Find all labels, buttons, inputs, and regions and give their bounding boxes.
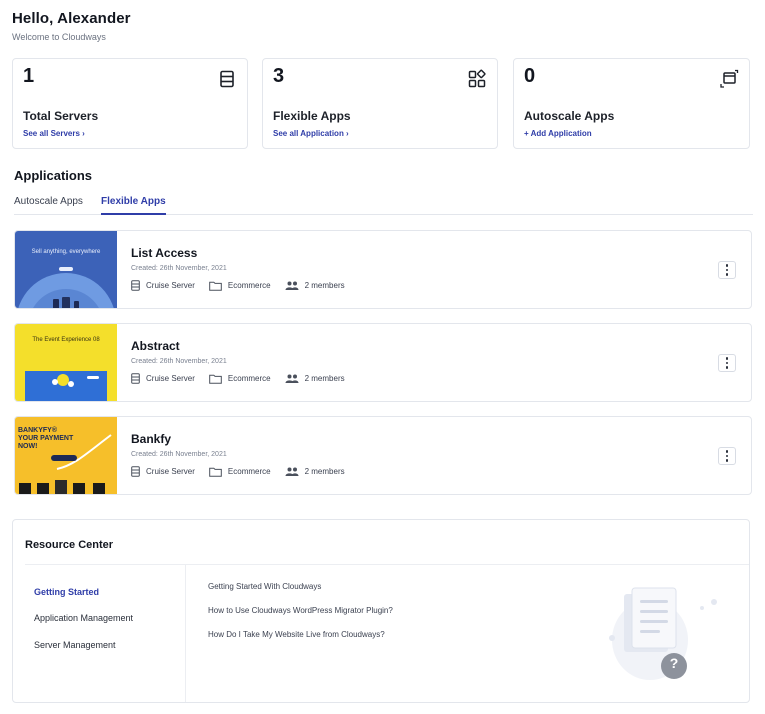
members-icon [285, 467, 299, 476]
stat-count: 3 [273, 65, 285, 87]
resource-nav-getting-started[interactable]: Getting Started [34, 587, 99, 597]
more-options-button[interactable] [718, 261, 736, 279]
folder-icon [209, 281, 222, 291]
greeting-header: Hello, Alexander Welcome to Cloudways [12, 10, 131, 42]
app-card-list-access[interactable]: Sell anything, everywhere List Access Cr… [14, 230, 752, 309]
greeting-subtitle: Welcome to Cloudways [12, 32, 106, 42]
autoscale-window-icon [720, 69, 739, 88]
more-options-button[interactable] [718, 447, 736, 465]
app-server-label: Cruise Server [146, 374, 195, 383]
app-project-label: Ecommerce [227, 374, 271, 383]
app-name[interactable]: List Access [131, 246, 197, 260]
stat-count: 0 [524, 65, 536, 87]
resource-link[interactable]: How to Use Cloudways WordPress Migrator … [208, 606, 393, 615]
members-icon [285, 281, 299, 290]
greeting-title: Hello, Alexander [12, 10, 131, 27]
stat-title: Autoscale Apps [524, 109, 615, 123]
apps-grid-icon [468, 69, 486, 88]
app-name[interactable]: Bankfy [131, 432, 171, 446]
app-project: Ecommerce [209, 281, 271, 291]
app-members-label: 2 members [304, 281, 345, 290]
stat-title: Flexible Apps [273, 109, 351, 123]
resource-nav-application-management[interactable]: Application Management [34, 613, 133, 623]
folder-icon [209, 467, 222, 477]
app-meta: Cruise Server Ecommerce 2 members [131, 466, 359, 477]
folder-icon [209, 374, 222, 384]
document-help-illustration [609, 587, 717, 680]
see-all-servers-link[interactable]: See all Servers › [23, 129, 85, 138]
members-icon [285, 374, 299, 383]
divider [185, 564, 186, 702]
see-all-applications-link[interactable]: See all Application › [273, 129, 349, 138]
divider [25, 564, 749, 565]
app-thumbnail: Sell anything, everywhere [15, 231, 117, 308]
app-members-label: 2 members [304, 467, 345, 476]
stat-card-servers: 1 Total Servers See all Servers › [12, 58, 248, 149]
server-icon [220, 70, 234, 88]
app-members: 2 members [285, 281, 345, 290]
app-members: 2 members [285, 467, 345, 476]
stat-count: 1 [23, 65, 35, 87]
stat-title: Total Servers [23, 109, 99, 123]
server-icon [131, 373, 140, 384]
tab-flexible-apps[interactable]: Flexible Apps [101, 196, 166, 215]
app-members-label: 2 members [304, 374, 345, 383]
app-project: Ecommerce [209, 374, 271, 384]
app-server: Cruise Server [131, 373, 195, 384]
thumb-caption: The Event Experience 08 [32, 337, 100, 343]
resource-center-panel: Resource Center Getting Started Applicat… [12, 519, 750, 703]
stat-card-autoscale-apps: 0 Autoscale Apps + Add Application [513, 58, 750, 149]
resource-link[interactable]: Getting Started With Cloudways [208, 582, 321, 591]
tab-autoscale-apps[interactable]: Autoscale Apps [14, 196, 83, 215]
app-meta: Cruise Server Ecommerce 2 members [131, 280, 359, 291]
app-thumbnail: BANKYFY® YOUR PAYMENT NOW! [15, 417, 117, 494]
resource-center-title: Resource Center [25, 539, 114, 551]
app-server-label: Cruise Server [146, 467, 195, 476]
app-server-label: Cruise Server [146, 281, 195, 290]
more-options-button[interactable] [718, 354, 736, 372]
thumb-caption: BANKYFY® YOUR PAYMENT NOW! [18, 427, 74, 450]
app-project: Ecommerce [209, 467, 271, 477]
app-created-date: Created: 26th November, 2021 [131, 451, 227, 458]
app-card-bankfy[interactable]: BANKYFY® YOUR PAYMENT NOW! Bankfy Create… [14, 416, 752, 495]
app-thumbnail: The Event Experience 08 [15, 324, 117, 401]
help-icon: ? [669, 655, 679, 671]
app-meta: Cruise Server Ecommerce 2 members [131, 373, 359, 384]
applications-tabs: Autoscale Apps Flexible Apps [14, 196, 753, 215]
app-created-date: Created: 26th November, 2021 [131, 265, 227, 272]
app-server: Cruise Server [131, 280, 195, 291]
app-project-label: Ecommerce [227, 281, 271, 290]
add-application-link[interactable]: + Add Application [524, 129, 592, 138]
server-icon [131, 280, 140, 291]
resource-link[interactable]: How Do I Take My Website Live from Cloud… [208, 630, 385, 639]
applications-title: Applications [14, 168, 93, 183]
app-created-date: Created: 26th November, 2021 [131, 358, 227, 365]
app-members: 2 members [285, 374, 345, 383]
stat-card-flexible-apps: 3 Flexible Apps See all Application › [262, 58, 498, 149]
app-card-abstract[interactable]: The Event Experience 08 Abstract Created… [14, 323, 752, 402]
app-name[interactable]: Abstract [131, 339, 180, 353]
resource-nav-server-management[interactable]: Server Management [34, 640, 116, 650]
app-project-label: Ecommerce [227, 467, 271, 476]
server-icon [131, 466, 140, 477]
app-server: Cruise Server [131, 466, 195, 477]
thumb-caption: Sell anything, everywhere [31, 249, 101, 255]
